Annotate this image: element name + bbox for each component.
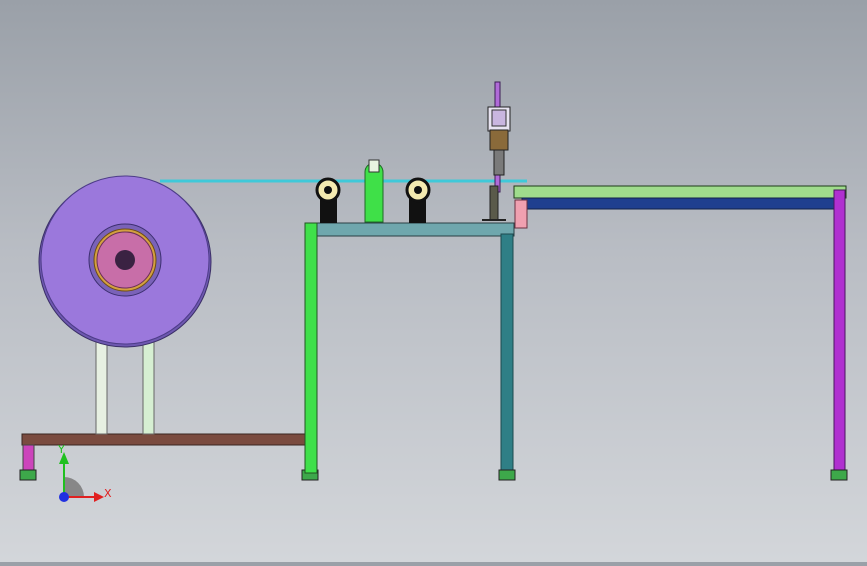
y-axis-label: Y bbox=[57, 443, 65, 456]
mid-table bbox=[304, 222, 516, 481]
cutter-body bbox=[489, 129, 509, 151]
roller-left bbox=[315, 177, 341, 223]
z-axis-dot bbox=[59, 492, 69, 502]
spool-bore bbox=[115, 250, 135, 270]
foot-pad bbox=[498, 469, 516, 481]
spool-legs bbox=[95, 339, 155, 435]
foot-pad bbox=[19, 469, 37, 481]
conveyor-end-block bbox=[514, 199, 528, 229]
coordinate-triad: Y X bbox=[57, 443, 112, 502]
spool bbox=[38, 175, 212, 348]
guide-post bbox=[364, 159, 384, 223]
conveyor-leg bbox=[833, 189, 846, 474]
mid-table-leg-left bbox=[304, 222, 318, 474]
base-table-leg-left bbox=[22, 444, 35, 473]
foot-pad bbox=[830, 469, 848, 481]
mid-table-leg-right bbox=[500, 233, 514, 474]
x-axis-label: X bbox=[104, 487, 112, 500]
roller-right bbox=[405, 177, 431, 223]
conveyor bbox=[513, 185, 848, 481]
assembly-drawing: Y X bbox=[19, 81, 848, 502]
cad-viewport[interactable]: Y X bbox=[0, 0, 867, 562]
cutter bbox=[482, 81, 511, 221]
